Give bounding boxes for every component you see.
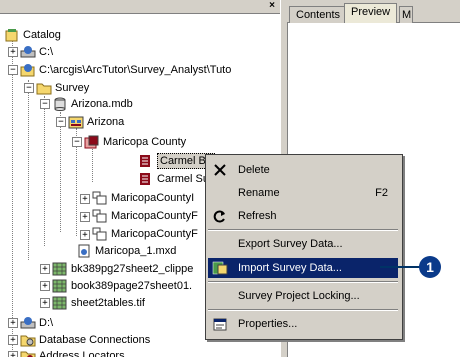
raster-icon <box>52 262 68 276</box>
menu-item-import-survey-data[interactable]: Import Survey Data... <box>208 258 398 278</box>
tree-connector <box>44 96 45 246</box>
tree-item-arizona-dataset[interactable]: Arizona <box>68 114 124 129</box>
menu-item-delete[interactable]: Delete <box>208 160 398 180</box>
database-connections-icon <box>20 333 36 347</box>
delete-icon <box>212 162 228 178</box>
tree-connector <box>12 30 13 350</box>
tree-item-catalog[interactable]: Catalog <box>4 27 61 42</box>
menu-separator <box>208 309 398 311</box>
tab-bar: Contents Preview M <box>287 0 460 23</box>
expand-toggle[interactable]: + <box>8 318 18 328</box>
catalog-icon <box>4 28 20 42</box>
collapse-toggle[interactable]: − <box>56 117 66 127</box>
step-callout-badge: 1 <box>419 256 441 278</box>
expand-toggle[interactable]: + <box>80 194 90 204</box>
feature-class-icon <box>92 227 108 241</box>
tree-connector <box>28 80 29 260</box>
collapse-toggle[interactable]: − <box>24 83 34 93</box>
tree-item-survey-folder[interactable]: Survey <box>36 80 89 95</box>
expand-toggle[interactable]: + <box>8 351 18 357</box>
tab-contents[interactable]: Contents <box>289 6 348 23</box>
tree-item-address-locators[interactable]: Address Locators <box>20 348 125 357</box>
geodatabase-icon <box>52 97 68 111</box>
collapse-toggle[interactable]: − <box>40 99 50 109</box>
expand-toggle[interactable]: + <box>40 281 50 291</box>
tree-title-bar: × <box>0 0 280 14</box>
callout-leader-line <box>380 266 420 268</box>
tree-item-sheet2tables[interactable]: sheet2tables.tif <box>52 295 145 310</box>
close-pane-button[interactable]: × <box>266 0 278 12</box>
tree-item-book389-raster[interactable]: book389page27sheet01. <box>52 278 192 293</box>
properties-icon <box>212 316 228 332</box>
tree-item-maricopa-county-i[interactable]: MaricopaCountyI <box>92 190 194 205</box>
tree-item-maricopa-county[interactable]: Maricopa County <box>84 134 186 149</box>
tree-item-maricopa-county-f1[interactable]: MaricopaCountyF <box>92 208 198 223</box>
survey-dataset-icon <box>68 115 84 129</box>
context-menu: Delete Rename F2 Refresh Export Survey D… <box>205 154 403 340</box>
raster-icon <box>52 279 68 293</box>
address-locators-icon <box>20 349 36 357</box>
expand-toggle[interactable]: + <box>80 212 90 222</box>
collapse-toggle[interactable]: − <box>8 65 18 75</box>
folder-icon <box>36 81 52 95</box>
drive-icon <box>20 45 36 59</box>
menu-separator <box>208 229 398 231</box>
menu-item-rename[interactable]: Rename F2 <box>208 183 398 203</box>
tree-connector <box>60 112 61 232</box>
expand-toggle[interactable]: + <box>8 47 18 57</box>
survey-project-icon <box>84 135 100 149</box>
map-document-icon <box>76 244 92 258</box>
expand-toggle[interactable]: + <box>80 230 90 240</box>
tree-item-arcgis-folder[interactable]: C:\arcgis\ArcTutor\Survey_Analyst\Tuto <box>20 62 231 77</box>
feature-class-icon <box>92 209 108 223</box>
folder-connection-icon <box>20 63 36 77</box>
menu-item-export-survey-data[interactable]: Export Survey Data... <box>208 234 398 254</box>
tree-item-arizona-mdb[interactable]: Arizona.mdb <box>52 96 133 111</box>
expand-toggle[interactable]: + <box>8 335 18 345</box>
tree-item-maricopa-mxd[interactable]: Maricopa_1.mxd <box>76 243 176 258</box>
tree-item-database-connections[interactable]: Database Connections <box>20 332 150 347</box>
tree-item-d-drive[interactable]: D:\ <box>20 315 53 330</box>
survey-sheet-icon <box>138 154 154 168</box>
refresh-icon <box>212 208 228 224</box>
tree-item-carmel-ba[interactable]: Carmel Ba <box>138 152 215 169</box>
collapse-toggle[interactable]: − <box>72 137 82 147</box>
drive-icon <box>20 316 36 330</box>
import-survey-icon <box>212 260 228 276</box>
menu-item-survey-project-locking[interactable]: Survey Project Locking... <box>208 286 398 306</box>
tree-connector <box>92 146 93 182</box>
survey-sheet-icon <box>138 172 154 186</box>
raster-icon <box>52 296 68 310</box>
tree-item-c-drive[interactable]: C:\ <box>20 44 53 59</box>
tree-item-maricopa-county-f2[interactable]: MaricopaCountyF <box>92 226 198 241</box>
menu-item-properties[interactable]: Properties... <box>208 314 398 334</box>
tree-item-bk389-raster[interactable]: bk389pg27sheet2_clippe <box>52 261 193 276</box>
tab-preview[interactable]: Preview <box>344 3 398 23</box>
tree-item-carmel-su[interactable]: Carmel Su <box>138 171 209 186</box>
expand-toggle[interactable]: + <box>40 264 50 274</box>
menu-separator <box>208 281 398 283</box>
feature-class-icon <box>92 191 108 205</box>
menu-item-refresh[interactable]: Refresh <box>208 206 398 226</box>
tab-metadata[interactable]: M <box>399 6 413 23</box>
expand-toggle[interactable]: + <box>40 298 50 308</box>
